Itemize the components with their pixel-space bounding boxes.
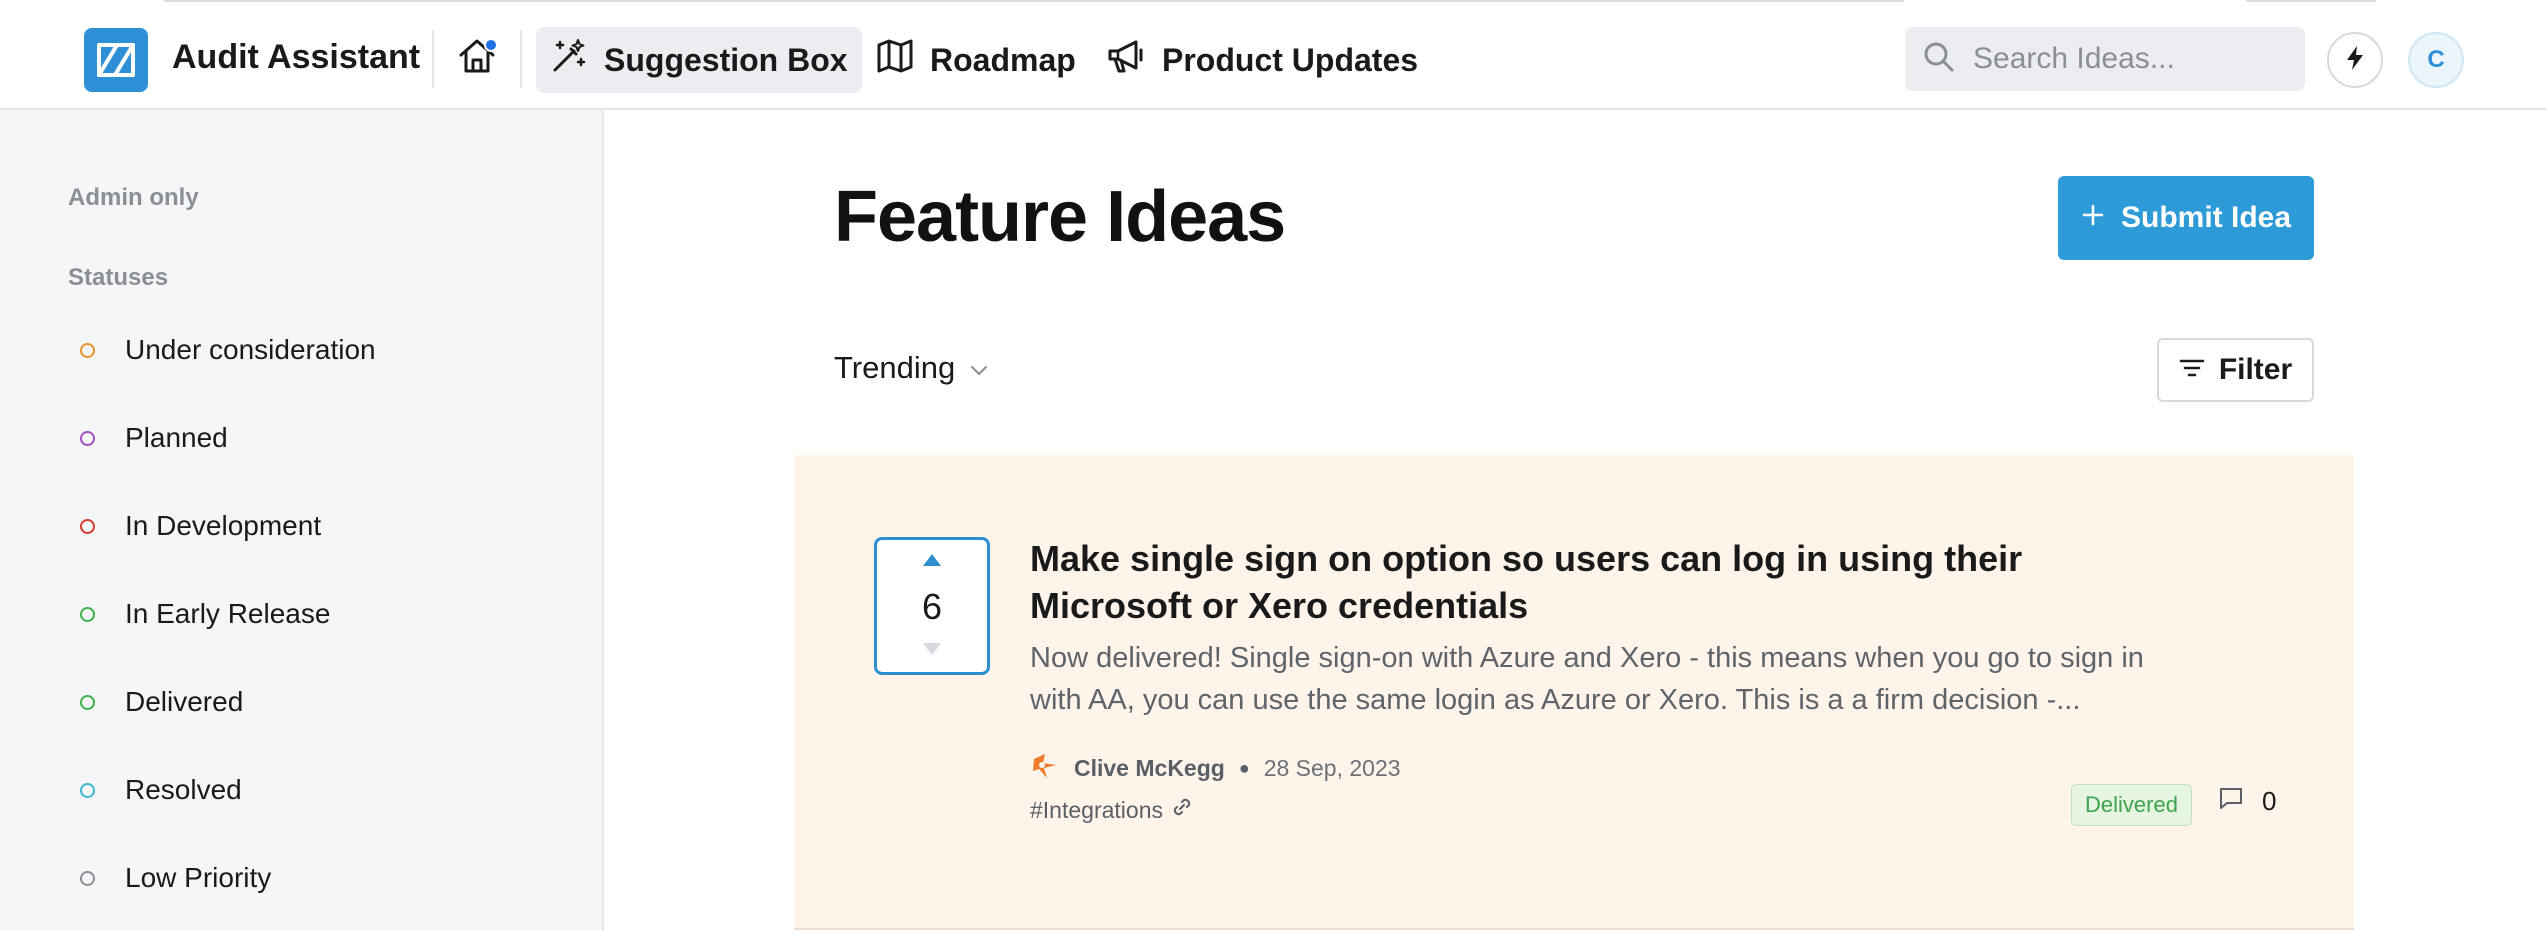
status-planned[interactable]: Planned	[80, 418, 228, 458]
idea-meta: Clive McKegg ● 28 Sep, 2023	[1030, 750, 1401, 786]
status-badge: Delivered	[2071, 784, 2192, 826]
audit-assistant-logo[interactable]	[84, 28, 148, 92]
search-input[interactable]	[1973, 42, 2273, 76]
status-label: Planned	[125, 422, 228, 453]
idea-date: 28 Sep, 2023	[1263, 754, 1401, 781]
status-ring-icon	[80, 694, 95, 710]
sidebar: Admin only Statuses Under consideration …	[0, 110, 604, 930]
filter-label: Filter	[2218, 353, 2293, 386]
filter-icon	[2179, 353, 2205, 387]
status-in-development[interactable]: In Development	[80, 506, 321, 546]
status-ring-icon	[80, 782, 95, 798]
status-label: Low Priority	[125, 862, 272, 893]
idea-title[interactable]: Make single sign on option so users can …	[1030, 535, 2190, 629]
status-ring-icon	[80, 518, 95, 534]
idea-card[interactable]: 6 Make single sign on option so users ca…	[794, 455, 2354, 930]
status-label: Resolved	[125, 774, 242, 805]
nav-product-updates[interactable]: Product Updates	[1092, 27, 1432, 93]
nav-product-updates-label: Product Updates	[1162, 41, 1419, 78]
user-avatar[interactable]: C	[2408, 32, 2464, 88]
comment-icon	[2218, 786, 2244, 817]
notification-dot	[484, 38, 498, 52]
quick-actions-button[interactable]	[2327, 32, 2383, 88]
sort-dropdown[interactable]: Trending	[834, 350, 989, 386]
vote-widget: 6	[874, 537, 990, 675]
nav-suggestion-box-label: Suggestion Box	[604, 41, 848, 78]
nav-roadmap[interactable]: Roadmap	[862, 27, 1090, 93]
status-ring-icon	[80, 870, 95, 886]
comment-count: 0	[2262, 786, 2277, 816]
lightning-bolt-icon	[2344, 45, 2366, 76]
author-name[interactable]: Clive McKegg	[1074, 755, 1225, 782]
status-in-early-release[interactable]: In Early Release	[80, 594, 330, 634]
map-icon	[876, 37, 914, 83]
status-label: In Early Release	[125, 598, 331, 629]
plus-icon	[2081, 201, 2105, 235]
submit-idea-label: Submit Idea	[2120, 201, 2292, 234]
status-ring-icon	[80, 342, 95, 358]
idea-tag[interactable]: #Integrations	[1030, 796, 1193, 824]
downvote-button[interactable]	[921, 641, 943, 662]
status-label: In Development	[125, 510, 322, 541]
meta-separator: ●	[1238, 757, 1250, 778]
header-divider	[432, 30, 434, 88]
idea-excerpt: Now delivered! Single sign-on with Azure…	[1030, 642, 2144, 716]
sort-label: Trending	[834, 350, 956, 385]
header-divider	[520, 30, 522, 88]
link-icon	[1171, 796, 1193, 824]
page-title: Feature Ideas	[834, 177, 1286, 257]
status-label: Under consideration	[125, 334, 376, 365]
comments-button[interactable]: 0	[2218, 786, 2276, 817]
status-delivered[interactable]: Delivered	[80, 682, 243, 722]
megaphone-icon	[1106, 37, 1146, 83]
status-resolved[interactable]: Resolved	[80, 770, 242, 810]
admin-only-label: Admin only	[68, 184, 199, 211]
status-under-consideration[interactable]: Under consideration	[80, 330, 376, 370]
nav-roadmap-label: Roadmap	[930, 41, 1076, 78]
vote-count: 6	[921, 586, 943, 627]
author-avatar-icon	[1030, 750, 1060, 786]
magic-wand-icon	[550, 37, 588, 83]
filter-button[interactable]: Filter	[2157, 338, 2314, 402]
status-low-priority[interactable]: Low Priority	[80, 858, 271, 898]
upvote-button[interactable]	[921, 552, 943, 573]
search-icon	[1923, 41, 1955, 78]
status-ring-icon	[80, 606, 95, 622]
submit-idea-button[interactable]: Submit Idea	[2058, 176, 2314, 260]
top-navigation-bar: Audit Assistant Suggestion Box Roadmap P…	[0, 0, 2546, 110]
statuses-heading: Statuses	[68, 264, 169, 291]
home-button[interactable]	[450, 30, 504, 86]
status-ring-icon	[80, 430, 95, 446]
app-name[interactable]: Audit Assistant	[172, 38, 420, 77]
tag-label: #Integrations	[1030, 796, 1163, 823]
nav-suggestion-box[interactable]: Suggestion Box	[536, 27, 862, 93]
status-label: Delivered	[125, 686, 244, 717]
search-box[interactable]	[1905, 27, 2305, 91]
chevron-down-icon	[969, 350, 989, 386]
